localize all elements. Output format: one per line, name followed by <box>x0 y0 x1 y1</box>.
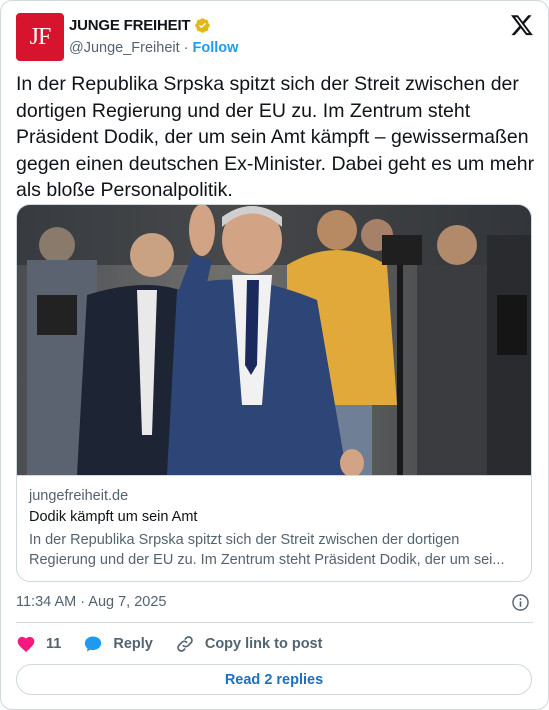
post-timestamp[interactable]: 11:34 AM · Aug 7, 2025 <box>16 594 166 610</box>
timestamp-row: 11:34 AM · Aug 7, 2025 <box>16 593 530 613</box>
separator: · <box>183 40 189 56</box>
read-replies-button[interactable]: Read 2 replies <box>16 664 532 695</box>
article-photo <box>17 205 531 475</box>
verified-badge-icon <box>195 17 211 33</box>
divider <box>16 622 533 623</box>
copy-link-button[interactable]: Copy link to post <box>175 634 323 654</box>
follow-button[interactable]: Follow <box>192 40 238 56</box>
account-name[interactable]: JUNGE FREIHEIT <box>69 17 191 34</box>
heart-icon <box>17 636 35 652</box>
action-bar: 11 Reply Copy link to post <box>16 633 344 655</box>
reply-label: Reply <box>113 636 153 652</box>
like-count: 11 <box>46 636 62 652</box>
post-text: In der Republika Srpska spitzt sich der … <box>16 73 535 201</box>
avatar[interactable]: JF <box>16 13 64 61</box>
article-photo-illustration <box>17 205 531 475</box>
link-preview-meta: jungefreiheit.de Dodik kämpft um sein Am… <box>17 475 531 581</box>
reply-button[interactable]: Reply <box>83 634 153 654</box>
post-header: JF JUNGE FREIHEIT @Junge_Freiheit · Foll… <box>16 13 534 61</box>
link-description: In der Republika Srpska spitzt sich der … <box>29 532 505 568</box>
account-info: JUNGE FREIHEIT @Junge_Freiheit · Follow <box>69 15 238 57</box>
account-handle[interactable]: @Junge_Freiheit <box>69 40 180 56</box>
link-title: Dodik kämpft um sein Amt <box>29 509 198 525</box>
embedded-post-card: JF JUNGE FREIHEIT @Junge_Freiheit · Foll… <box>0 0 549 710</box>
reply-bubble-icon <box>85 636 102 652</box>
copy-link-label: Copy link to post <box>204 636 323 652</box>
link-preview-card[interactable]: jungefreiheit.de Dodik kämpft um sein Am… <box>16 204 532 582</box>
x-logo-icon[interactable] <box>510 13 534 37</box>
avatar-text: JF <box>29 23 52 50</box>
like-button[interactable]: 11 <box>16 634 61 654</box>
link-icon <box>177 636 193 652</box>
info-icon[interactable] <box>511 593 530 612</box>
link-domain: jungefreiheit.de <box>29 488 129 504</box>
